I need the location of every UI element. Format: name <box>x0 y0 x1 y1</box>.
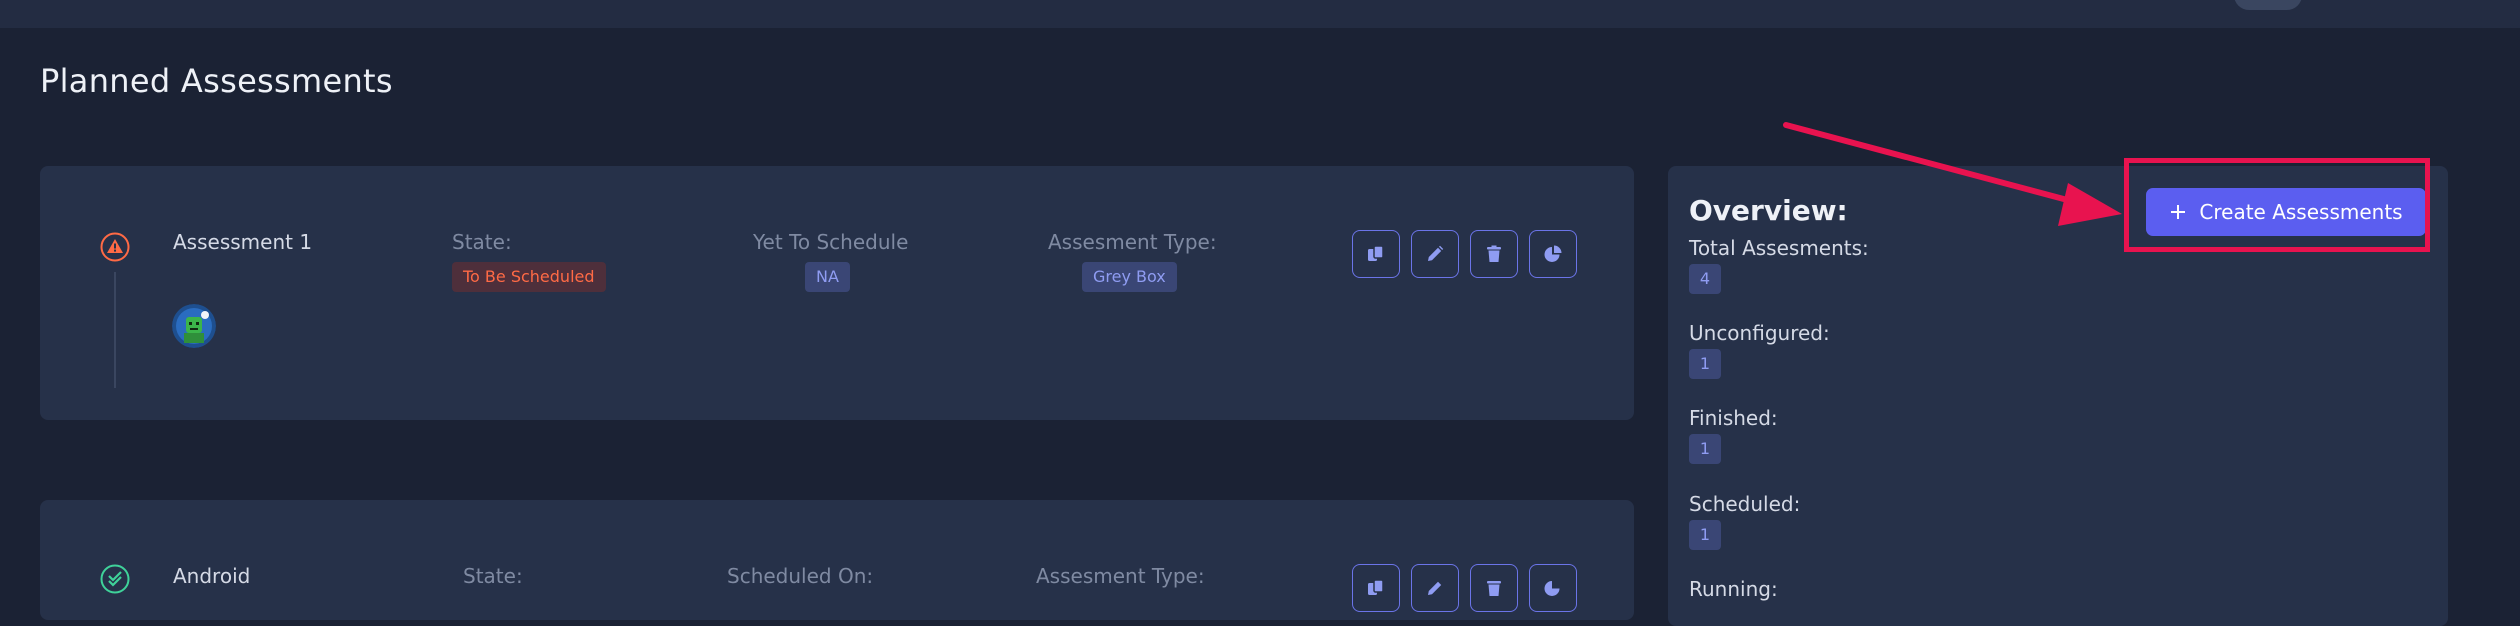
stat-label: Running: <box>1689 577 1778 601</box>
delete-button[interactable] <box>1470 230 1518 278</box>
edit-icon <box>1428 581 1442 595</box>
stat-label: Unconfigured: <box>1689 321 1830 345</box>
page-title: Planned Assessments <box>40 62 393 100</box>
delete-icon <box>1487 581 1501 596</box>
schedule-label: Yet To Schedule <box>753 230 909 254</box>
stat-label: Total Assesments: <box>1689 236 1869 260</box>
assessment-name[interactable]: Android <box>173 564 250 588</box>
avatar <box>172 304 216 348</box>
stat-badge: 4 <box>1689 264 1721 294</box>
stat-badge: 1 <box>1689 434 1721 464</box>
assessment-name[interactable]: Assessment 1 <box>173 230 312 254</box>
report-button[interactable] <box>1529 230 1577 278</box>
state-label: State: <box>452 230 512 254</box>
overview-title: Overview: <box>1689 194 1848 227</box>
edit-icon <box>1428 245 1444 261</box>
timeline-line <box>114 272 116 388</box>
delete-icon <box>1487 245 1501 262</box>
edit-button[interactable] <box>1411 230 1459 278</box>
highlight-box <box>2124 158 2430 252</box>
delete-button[interactable] <box>1470 564 1518 612</box>
card-actions <box>1352 230 1577 278</box>
warning-triangle-icon <box>100 232 130 262</box>
schedule-label: Scheduled On: <box>727 564 874 588</box>
copy-icon <box>1368 579 1384 595</box>
copy-button[interactable] <box>1352 564 1400 612</box>
state-label: State: <box>463 564 523 588</box>
report-button[interactable] <box>1529 564 1577 612</box>
state-badge: To Be Scheduled <box>452 262 606 292</box>
card-actions <box>1352 564 1577 612</box>
user-menu-pill[interactable] <box>2234 0 2302 10</box>
assessment-card: Android State: Scheduled On: Assesment T… <box>40 500 1634 620</box>
check-circle-icon <box>100 564 130 594</box>
schedule-badge: NA <box>805 262 850 292</box>
stat-label: Finished: <box>1689 406 1778 430</box>
pie-chart-icon <box>1544 245 1562 262</box>
copy-button[interactable] <box>1352 230 1400 278</box>
assessment-card: Assessment 1 State: To Be Scheduled Yet … <box>40 166 1634 420</box>
stat-badge: 1 <box>1689 349 1721 379</box>
edit-button[interactable] <box>1411 564 1459 612</box>
stat-label: Scheduled: <box>1689 492 1801 516</box>
pie-chart-icon <box>1544 581 1560 596</box>
copy-icon <box>1368 245 1384 261</box>
top-navbar <box>0 0 2520 28</box>
type-label: Assesment Type: <box>1036 564 1205 588</box>
stat-badge: 1 <box>1689 520 1721 550</box>
type-label: Assesment Type: <box>1048 230 1217 254</box>
type-badge: Grey Box <box>1082 262 1177 292</box>
